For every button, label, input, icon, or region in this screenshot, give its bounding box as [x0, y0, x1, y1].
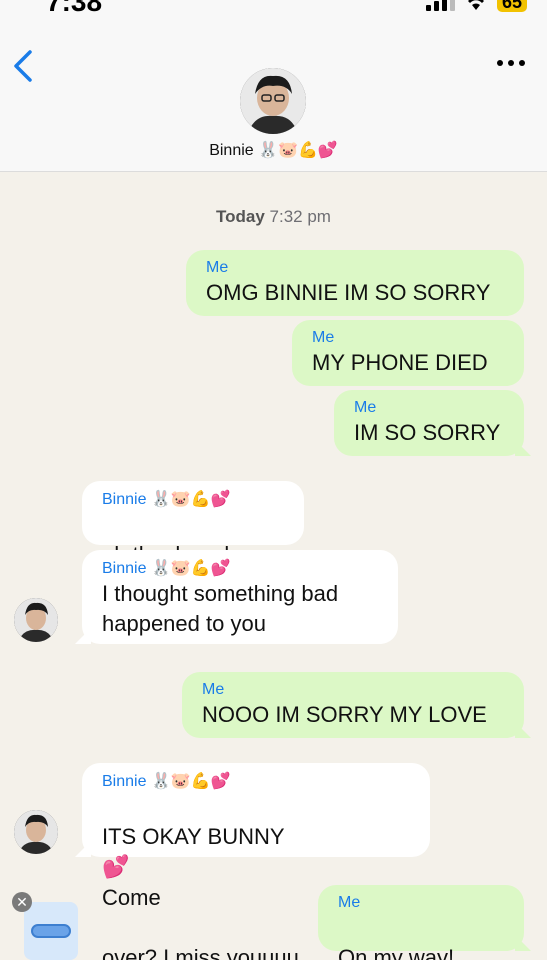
sender-name: Me: [312, 329, 335, 346]
contact-emoji: 🐰🐷💪💕: [258, 140, 338, 159]
chat-header: 7:38 65 Binnie 🐰🐷💪💕: [0, 0, 547, 172]
message-text: On my way! 💗: [338, 945, 455, 960]
sender-name: Me: [202, 681, 225, 698]
sender-name: Me: [354, 399, 377, 416]
back-button[interactable]: [10, 48, 40, 84]
sender-emoji: 🐰🐷💪💕: [150, 558, 231, 577]
message-bubble-me[interactable]: Me IM SO SORRY: [334, 390, 524, 456]
sender-emoji: 🐰🐷💪💕: [150, 771, 231, 790]
battery-indicator: 65: [496, 0, 527, 12]
sender-name: Me: [338, 894, 361, 911]
sender-name: Binnie 🐰🐷💪💕: [102, 489, 231, 508]
message-bubble-me[interactable]: Me OMG BINNIE IM SO SORRY: [186, 250, 524, 316]
ellipsis-icon: [497, 60, 503, 66]
two-hearts-icon: 💕: [102, 855, 130, 880]
date-separator: Today 7:32 pm: [216, 207, 331, 226]
message-bubble-contact[interactable]: Binnie 🐰🐷💪💕 ITS OKAY BUNNY 💕 Come over? …: [82, 763, 430, 960]
message-text: OMG BINNIE IM SO SORRY: [206, 280, 491, 305]
contact-avatar-small[interactable]: [14, 598, 58, 642]
message-text: IM SO SORRY: [354, 420, 501, 445]
status-time: 7:38: [46, 0, 103, 17]
contact-avatar-small[interactable]: [14, 810, 58, 854]
close-icon[interactable]: ✕: [12, 892, 32, 912]
message-bubble-contact[interactable]: Binnie 🐰🐷💪💕 I thought something bad happ…: [82, 550, 398, 644]
status-icons: 65: [425, 0, 527, 12]
message-bubble-me[interactable]: Me NOOO IM SORRY MY LOVE: [182, 672, 524, 738]
message-text: MY PHONE DIED: [312, 350, 488, 375]
signal-icon: [425, 0, 455, 11]
chevron-left-icon: [14, 50, 32, 82]
sender-name: Binnie 🐰🐷💪💕: [102, 771, 231, 790]
message-bubble-contact[interactable]: Binnie 🐰🐷💪💕 oh thank god 😞: [82, 481, 304, 598]
contact-avatar[interactable]: [240, 68, 306, 134]
more-options-button[interactable]: [495, 52, 527, 74]
message-text: NOOO IM SORRY MY LOVE: [202, 702, 487, 727]
draft-attachment-thumbnail[interactable]: [24, 902, 78, 960]
message-text: I thought something bad happened to you: [102, 581, 339, 636]
sender-name: Binnie 🐰🐷💪💕: [102, 558, 231, 577]
message-bubble-me[interactable]: Me On my way! 💗: [318, 885, 524, 960]
message-bubble-me[interactable]: Me MY PHONE DIED: [292, 320, 524, 386]
message-pill-icon: [31, 924, 71, 938]
sender-name: Me: [206, 259, 229, 276]
sender-emoji: 🐰🐷💪💕: [150, 489, 231, 508]
wifi-icon: [465, 0, 487, 11]
contact-name[interactable]: Binnie 🐰🐷💪💕: [0, 140, 547, 160]
